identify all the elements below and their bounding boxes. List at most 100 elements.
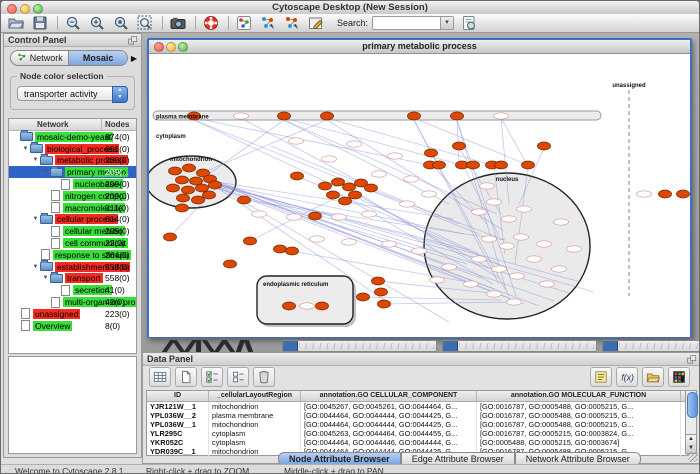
save-session-button[interactable] bbox=[31, 15, 49, 31]
node-color-dropdown[interactable]: transporter activity ▲▼ bbox=[17, 86, 128, 101]
table-row[interactable]: YLR295Ccytoplasm[GO:0045263, GO:0044464,… bbox=[147, 429, 687, 438]
network-window-titlebar[interactable]: primary metabolic process bbox=[149, 40, 690, 54]
search-dropdown-arrow-icon[interactable]: ▾ bbox=[440, 17, 453, 29]
tree-column-nodes[interactable]: Nodes bbox=[105, 120, 129, 129]
network-node-colored[interactable] bbox=[182, 186, 195, 194]
network-node-unselected[interactable] bbox=[332, 214, 347, 220]
tree-row[interactable]: ▼primary metabo209(... bbox=[9, 166, 136, 178]
network-node-unselected[interactable] bbox=[300, 303, 315, 309]
network-node-unselected[interactable] bbox=[412, 248, 427, 254]
network-node-colored[interactable] bbox=[176, 176, 189, 184]
network-node-colored[interactable] bbox=[365, 184, 378, 192]
help-button[interactable] bbox=[202, 15, 220, 31]
background-window[interactable] bbox=[442, 340, 597, 352]
network-node-colored[interactable] bbox=[538, 142, 551, 150]
network-node-colored[interactable] bbox=[467, 161, 480, 169]
network-node-unselected[interactable] bbox=[430, 277, 445, 283]
tree-row[interactable]: nitrogen compo209(0) bbox=[9, 190, 136, 202]
network-node-unselected[interactable] bbox=[310, 236, 325, 242]
create-network-button[interactable] bbox=[235, 15, 253, 31]
network-node-unselected[interactable] bbox=[537, 241, 552, 247]
network-node-unselected[interactable] bbox=[492, 266, 507, 272]
open-file-button[interactable] bbox=[7, 15, 25, 31]
network-node-unselected[interactable] bbox=[422, 191, 437, 197]
formula-fx-button[interactable]: f(x) bbox=[616, 367, 638, 387]
network-node-unselected[interactable] bbox=[507, 299, 522, 305]
network-node-unselected[interactable] bbox=[487, 291, 502, 297]
network-node-colored[interactable] bbox=[183, 164, 196, 172]
zoom-in-button[interactable] bbox=[88, 15, 106, 31]
network-node-colored[interactable] bbox=[425, 149, 438, 157]
network-node-unselected[interactable] bbox=[372, 171, 387, 177]
annotation-button[interactable] bbox=[307, 15, 325, 31]
zoom-selected-button[interactable] bbox=[112, 15, 130, 31]
scrollbar-arrows[interactable]: ▲▼ bbox=[686, 434, 696, 453]
network-node-colored[interactable] bbox=[522, 161, 535, 169]
table-row[interactable]: YPL036W__1mitochondrion[GO:0044464, GO:0… bbox=[147, 420, 687, 429]
tab-network[interactable]: Network bbox=[11, 51, 68, 65]
network-view-window[interactable]: primary metabolic process plasma membran… bbox=[147, 38, 692, 338]
network-node-unselected[interactable] bbox=[252, 211, 267, 217]
network-node-colored[interactable] bbox=[238, 196, 251, 204]
network-node-unselected[interactable] bbox=[637, 191, 652, 197]
network-node-unselected[interactable] bbox=[517, 206, 532, 212]
network-node-colored[interactable] bbox=[659, 190, 672, 198]
network-node-unselected[interactable] bbox=[464, 281, 479, 287]
network-node-colored[interactable] bbox=[677, 190, 690, 198]
network-node-unselected[interactable] bbox=[527, 256, 542, 262]
network-node-unselected[interactable] bbox=[404, 176, 419, 182]
background-window[interactable] bbox=[602, 340, 700, 352]
network-node-unselected[interactable] bbox=[502, 216, 517, 222]
network-node-unselected[interactable] bbox=[482, 236, 497, 242]
network-node-colored[interactable] bbox=[176, 204, 189, 212]
network-node-colored[interactable] bbox=[224, 260, 237, 268]
network-node-colored[interactable] bbox=[495, 161, 508, 169]
expander-icon[interactable]: ▼ bbox=[41, 169, 50, 175]
column-header[interactable]: annotation.GO MOLECULAR_FUNCTION bbox=[477, 391, 681, 401]
network-node-colored[interactable] bbox=[372, 277, 385, 285]
birds-eye-view[interactable] bbox=[8, 356, 137, 454]
network-node-unselected[interactable] bbox=[234, 113, 249, 119]
network-node-colored[interactable] bbox=[357, 293, 370, 301]
network-node-unselected[interactable] bbox=[472, 209, 487, 215]
network-node-colored[interactable] bbox=[378, 300, 391, 308]
network-node-colored[interactable] bbox=[453, 142, 466, 150]
network-node-colored[interactable] bbox=[167, 184, 180, 192]
network-node-colored[interactable] bbox=[196, 184, 209, 192]
network-node-colored[interactable] bbox=[343, 183, 356, 191]
network-overlay-1-button[interactable] bbox=[259, 15, 277, 31]
table-row[interactable]: YKR052Ccytoplasm[GO:0044464, GO:0044446,… bbox=[147, 438, 687, 447]
network-node-unselected[interactable] bbox=[500, 243, 515, 249]
matrix-view-button[interactable] bbox=[668, 367, 690, 387]
table-row[interactable]: YJR121W__1mitochondrion[GO:0045267, GO:0… bbox=[147, 402, 687, 411]
network-node-unselected[interactable] bbox=[362, 211, 377, 217]
zoom-fit-button[interactable] bbox=[136, 15, 154, 31]
network-node-unselected[interactable] bbox=[442, 264, 457, 270]
network-node-colored[interactable] bbox=[309, 212, 322, 220]
network-canvas[interactable]: plasma membranecytoplasmmitochondrionnuc… bbox=[149, 54, 690, 337]
tree-column-network[interactable]: Network bbox=[37, 120, 69, 129]
network-node-colored[interactable] bbox=[291, 172, 304, 180]
column-header[interactable]: annotation.GO CELLULAR_COMPONENT bbox=[301, 391, 477, 401]
network-node-colored[interactable] bbox=[278, 112, 291, 120]
tree-row[interactable]: multi-organism pro42(0) bbox=[9, 296, 136, 308]
network-edge[interactable] bbox=[414, 118, 528, 165]
network-overlay-2-button[interactable] bbox=[283, 15, 301, 31]
network-node-colored[interactable] bbox=[177, 194, 190, 202]
table-scrollbar[interactable]: ▲▼ bbox=[685, 390, 697, 454]
tree-row[interactable]: ▼biological_process651(0) bbox=[9, 143, 136, 155]
search-options-button[interactable] bbox=[460, 15, 478, 31]
snapshot-button[interactable] bbox=[169, 15, 187, 31]
network-node-unselected[interactable] bbox=[322, 156, 337, 162]
network-node-unselected[interactable] bbox=[487, 199, 502, 205]
tree-row[interactable]: Overview8(0) bbox=[9, 320, 136, 332]
expander-icon[interactable]: ▼ bbox=[31, 264, 40, 270]
network-node-colored[interactable] bbox=[451, 112, 464, 120]
network-node-unselected[interactable] bbox=[472, 256, 487, 262]
network-node-colored[interactable] bbox=[164, 233, 177, 241]
tree-row[interactable]: macromolecule311(0) bbox=[9, 202, 136, 214]
network-node-unselected[interactable] bbox=[494, 113, 509, 119]
network-node-colored[interactable] bbox=[339, 197, 352, 205]
network-node-colored[interactable] bbox=[332, 178, 345, 186]
new-attribute-button[interactable] bbox=[175, 367, 197, 387]
